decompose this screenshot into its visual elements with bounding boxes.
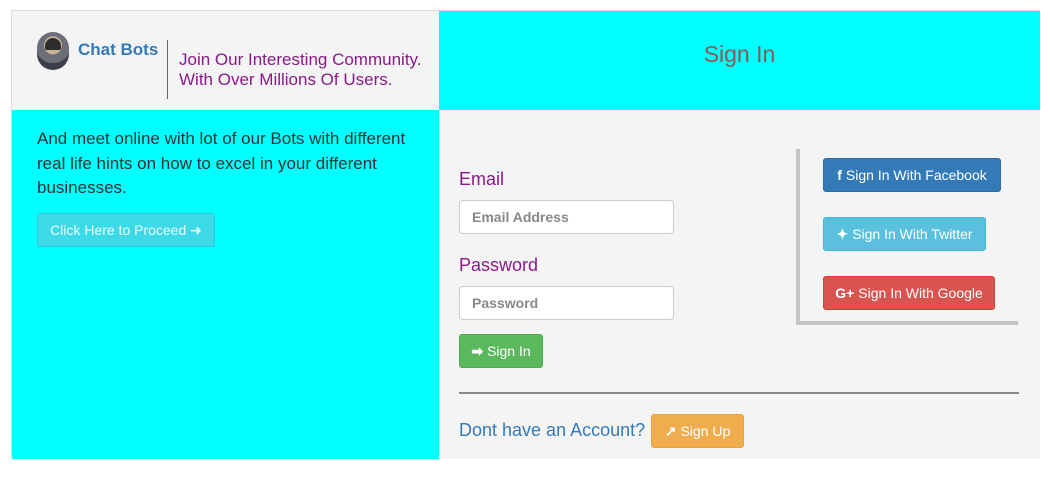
social-login-box: f Sign In With Facebook ✦ Sign In With Twi…: [796, 149, 1018, 325]
password-label: Password: [459, 255, 539, 275]
tagline: Join Our Interesting Community. With Ove…: [179, 50, 422, 90]
avatar: [37, 32, 69, 70]
facebook-label: Sign In With Facebook: [845, 167, 987, 183]
google-label: Sign In With Google: [858, 285, 983, 301]
tagline-line-1: Join Our Interesting Community.: [179, 50, 422, 69]
brand-header: Chat Bots Join Our Interesting Community…: [12, 11, 439, 110]
google-plus-icon: G+: [835, 285, 855, 301]
proceed-button[interactable]: Click Here to Proceed ➜: [37, 213, 215, 247]
facebook-icon: f: [837, 167, 842, 183]
signin-form-panel: Email Password ➡Sign In fSign In With Fa…: [439, 110, 1040, 459]
sign-in-button[interactable]: ➡ Sign In: [459, 334, 543, 368]
twitter-signin-button[interactable]: ✦ Sign In With Twitter: [823, 217, 986, 251]
sign-up-label: Sign Up: [680, 423, 731, 439]
intro-text: And meet online with lot of our Bots wit…: [37, 129, 406, 197]
signin-title: Sign In: [703, 41, 776, 67]
no-account-text: Dont have an Account?: [459, 420, 646, 440]
brand-divider: [167, 40, 168, 99]
email-field[interactable]: [459, 200, 674, 234]
tagline-line-2: With Over Millions Of Users.: [179, 70, 393, 89]
login-frame: Chat Bots Join Our Interesting Community…: [11, 10, 1040, 459]
page: Chat Bots Join Our Interesting Community…: [0, 0, 1050, 478]
email-label: Email: [459, 169, 505, 189]
brand-name[interactable]: Chat Bots: [78, 40, 158, 60]
google-signin-button[interactable]: G+ Sign In With Google: [823, 276, 995, 310]
intro-panel: And meet online with lot of our Bots wit…: [12, 110, 439, 459]
sign-up-button[interactable]: ↗ Sign Up: [651, 414, 744, 448]
sign-in-icon: ➡: [471, 343, 484, 359]
proceed-label: Click Here to Proceed: [50, 222, 187, 238]
arrow-right-icon: ➜: [190, 222, 202, 238]
divider: [459, 392, 1019, 394]
twitter-icon: ✦: [836, 226, 849, 242]
twitter-label: Sign In With Twitter: [852, 226, 973, 242]
password-field[interactable]: [459, 286, 674, 320]
external-link-icon: ↗: [664, 423, 677, 439]
sign-in-label: Sign In: [487, 343, 531, 359]
facebook-signin-button[interactable]: f Sign In With Facebook: [823, 158, 1001, 192]
signin-header: Sign In: [439, 11, 1040, 110]
